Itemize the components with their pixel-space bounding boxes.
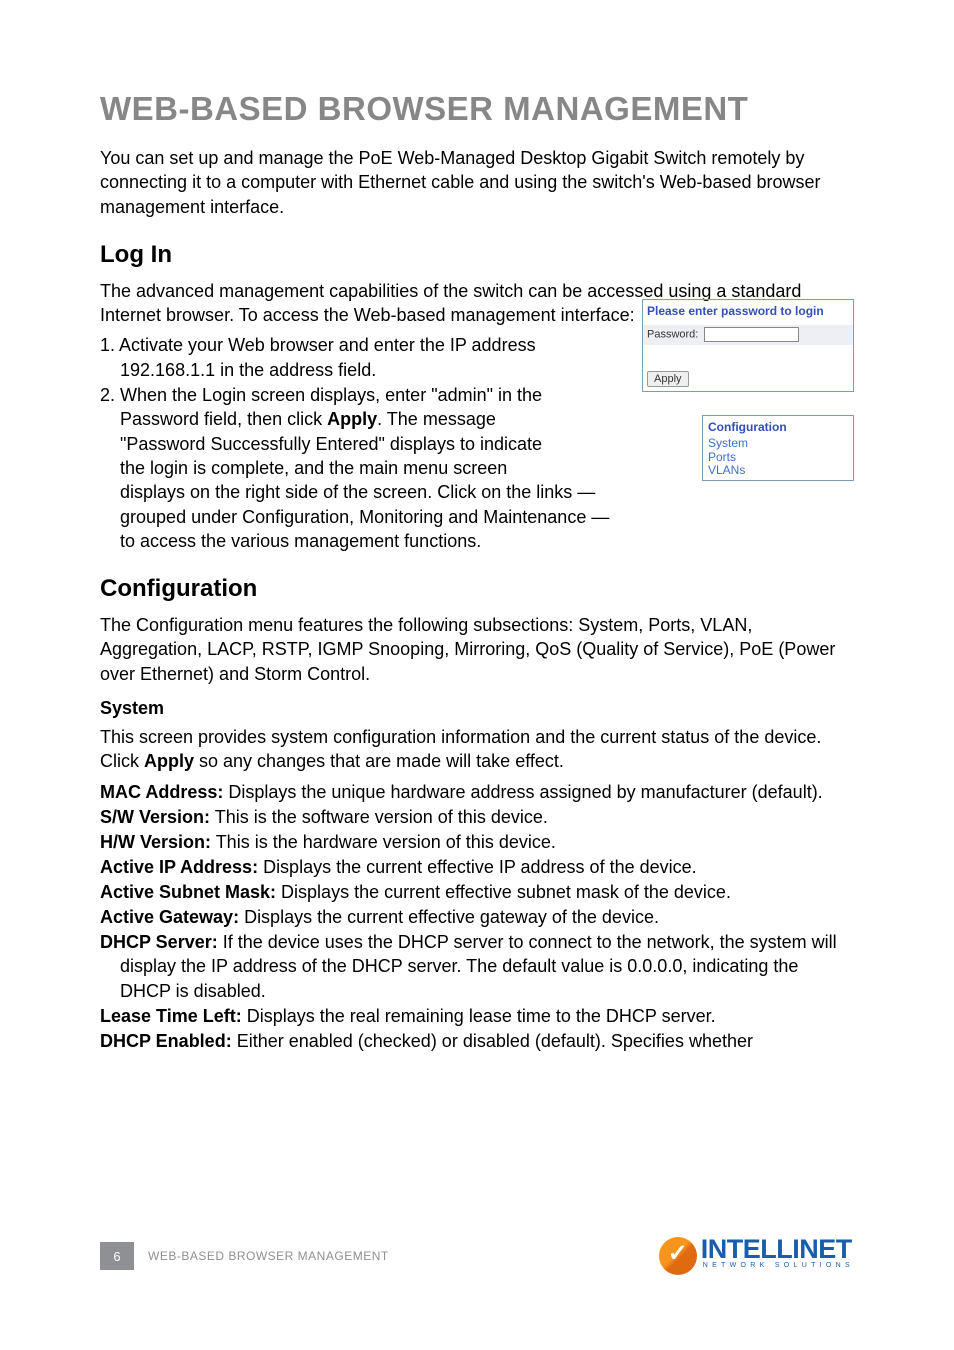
apply-button[interactable]: Apply	[647, 371, 689, 387]
step1-a: 1. Activate your Web browser and enter t…	[100, 335, 536, 355]
logo-subtitle: NETWORK SOLUTIONS	[701, 1262, 854, 1269]
config-link-system[interactable]: System	[708, 437, 848, 451]
step2-e: the login is complete, and the main menu…	[120, 458, 507, 478]
config-heading: Configuration	[100, 575, 854, 603]
config-menu-heading: Configuration	[708, 420, 848, 434]
step2-h: to access the various management functio…	[120, 531, 481, 551]
password-label: Password:	[647, 328, 698, 340]
def-dhcp-enabled: DHCP Enabled: Either enabled (checked) o…	[100, 1029, 854, 1053]
footer: 6 WEB-BASED BROWSER MANAGEMENT INTELLINE…	[100, 1237, 854, 1275]
def-sw-version: S/W Version: This is the software versio…	[100, 805, 854, 829]
step2-g: grouped under Configuration, Monitoring …	[120, 507, 609, 527]
footer-label: WEB-BASED BROWSER MANAGEMENT	[148, 1249, 389, 1263]
step2-c: . The message	[377, 409, 496, 429]
login-panel-title: Please enter password to login	[643, 300, 853, 325]
logo-checkmark-icon	[659, 1237, 697, 1275]
page-title: WEB-BASED BROWSER MANAGEMENT	[100, 90, 854, 128]
step2-d: "Password Successfully Entered" displays…	[120, 434, 542, 454]
intellinet-logo: INTELLINET NETWORK SOLUTIONS	[659, 1237, 854, 1275]
login-heading: Log In	[100, 241, 854, 269]
intro-paragraph: You can set up and manage the PoE Web-Ma…	[100, 146, 854, 219]
page-number: 6	[100, 1242, 134, 1270]
step2-f: displays on the right side of the screen…	[120, 482, 595, 502]
def-hw-version: H/W Version: This is the hardware versio…	[100, 830, 854, 854]
step2-a: 2. When the Login screen displays, enter…	[100, 385, 542, 405]
logo-text: INTELLINET	[701, 1237, 854, 1261]
system-paragraph: This screen provides system configuratio…	[100, 725, 854, 774]
def-lease-time: Lease Time Left: Displays the real remai…	[100, 1004, 854, 1028]
config-link-vlans[interactable]: VLANs	[708, 464, 848, 478]
def-dhcp-server: DHCP Server: If the device uses the DHCP…	[100, 930, 854, 1002]
password-field[interactable]	[704, 327, 799, 342]
def-active-gateway: Active Gateway: Displays the current eff…	[100, 905, 854, 929]
def-active-subnet: Active Subnet Mask: Displays the current…	[100, 880, 854, 904]
step2-b: Password field, then click	[120, 409, 327, 429]
apply-word: Apply	[327, 409, 377, 429]
system-subheading: System	[100, 698, 854, 719]
def-mac-address: MAC Address: Displays the unique hardwar…	[100, 780, 854, 804]
login-screenshot: Please enter password to login Password:…	[642, 299, 854, 392]
config-paragraph: The Configuration menu features the foll…	[100, 613, 854, 686]
config-menu-screenshot: Configuration System Ports VLANs	[702, 415, 854, 481]
step1-b: 192.168.1.1 in the address field.	[120, 360, 376, 380]
def-active-ip: Active IP Address: Displays the current …	[100, 855, 854, 879]
config-link-ports[interactable]: Ports	[708, 451, 848, 465]
